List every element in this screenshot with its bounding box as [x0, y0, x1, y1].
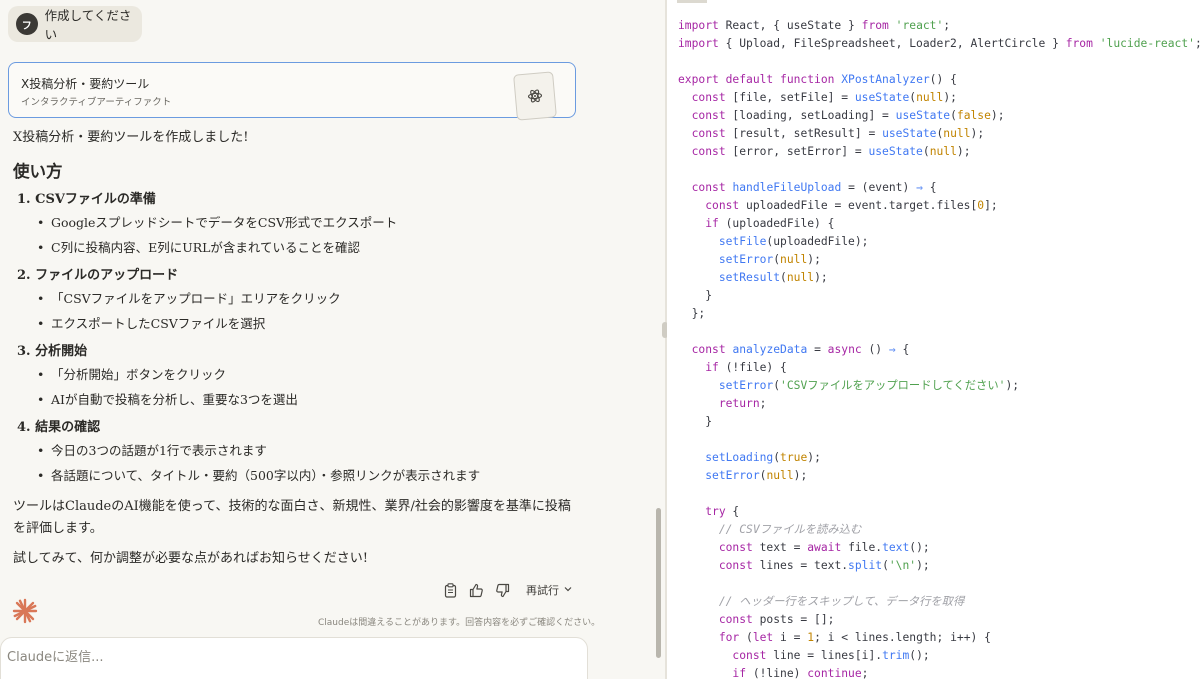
- response-intro: X投稿分析・要約ツールを作成しました!: [13, 130, 249, 145]
- step-title: 4. 結果の確認: [17, 420, 101, 435]
- artifact-title: X投稿分析・要約ツール: [21, 77, 150, 91]
- list-item: 今日の3つの話題が1行で表示されます: [37, 438, 573, 463]
- list-item: 「分析開始」ボタンをクリック: [37, 362, 573, 387]
- artifact-card[interactable]: X投稿分析・要約ツール インタラクティブアーティファクト: [8, 62, 576, 121]
- list-item: エクスポートしたCSVファイルを選択: [37, 311, 573, 336]
- reply-box: [0, 637, 588, 679]
- copy-icon[interactable]: [442, 582, 458, 598]
- list-item: 「CSVファイルをアップロード」エリアをクリック: [37, 286, 573, 311]
- list-item: GoogleスプレッドシートでデータをCSV形式でエクスポート: [37, 210, 573, 235]
- retry-label: 再試行: [526, 584, 559, 597]
- disclaimer-text: Claudeは間違えることがあります。回答内容を必ずご確認ください。: [318, 618, 601, 628]
- reply-input[interactable]: [7, 650, 567, 665]
- response-paragraph: ツールはClaudeのAI機能を使って、技術的な面白さ、新規性、業界/社会的影響…: [13, 499, 571, 536]
- step-item: 3. 分析開始 「分析開始」ボタンをクリック AIが自動で投稿を分析し、重要な3…: [13, 342, 573, 412]
- step-item: 2. ファイルのアップロード 「CSVファイルをアップロード」エリアをクリック …: [13, 266, 573, 336]
- code-block: import React, { useState } from 'react';…: [678, 19, 1200, 679]
- response-closing: 試してみて、何か調整が必要な点があればお知らせください!: [13, 551, 368, 566]
- response-heading: 使い方: [13, 162, 63, 181]
- code-tab-indicator: [677, 0, 707, 3]
- assistant-message: X投稿分析・要約ツールを作成しました! 使い方 1. CSVファイルの準備 Go…: [13, 128, 573, 570]
- step-item: 4. 結果の確認 今日の3つの話題が1行で表示されます 各話題について、タイトル…: [13, 418, 573, 488]
- step-item: 1. CSVファイルの準備 GoogleスプレッドシートでデータをCSV形式でエ…: [13, 190, 573, 260]
- chat-pane: フ 作成してください X投稿分析・要約ツール インタラクティブアーティファクト …: [0, 0, 665, 679]
- list-item: C列に投稿内容、E列にURLが含まれていることを確認: [37, 235, 573, 260]
- code-viewer: import React, { useState } from 'react';…: [667, 0, 1200, 679]
- retry-button[interactable]: 再試行: [526, 582, 573, 598]
- thumbs-up-icon[interactable]: [468, 582, 484, 598]
- scrollbar[interactable]: [656, 508, 661, 658]
- chevron-down-icon: [563, 584, 573, 597]
- claude-logo-icon: [12, 598, 38, 624]
- avatar: フ: [16, 13, 38, 35]
- artifact-subtitle: インタラクティブアーティファクト: [21, 97, 172, 108]
- user-message: フ 作成してください: [8, 6, 142, 42]
- artifact-thumbnail-icon: [513, 71, 557, 121]
- list-item: 各話題について、タイトル・要約（500字以内）・参照リンクが表示されます: [37, 463, 573, 488]
- thumbs-down-icon[interactable]: [494, 582, 510, 598]
- step-title: 2. ファイルのアップロード: [17, 268, 179, 283]
- steps-list: 1. CSVファイルの準備 GoogleスプレッドシートでデータをCSV形式でエ…: [13, 190, 573, 488]
- list-item: AIが自動で投稿を分析し、重要な3つを選出: [37, 387, 573, 412]
- step-title: 3. 分析開始: [17, 344, 88, 359]
- message-actions: 再試行: [442, 582, 573, 598]
- step-title: 1. CSVファイルの準備: [17, 192, 156, 207]
- user-message-text: 作成してください: [44, 8, 132, 42]
